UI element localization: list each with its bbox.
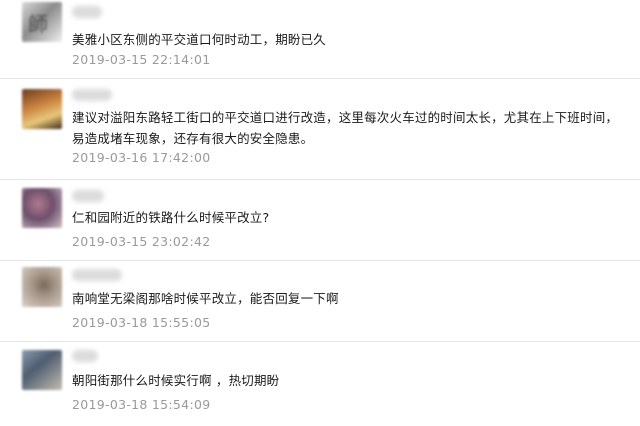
comment-list: 師 美雅小区东侧的平交道口何时动工，期盼已久 2019-03-15 22:14:… — [0, 0, 640, 426]
blurred-nickname — [72, 190, 104, 202]
comment-text: 建议对溢阳东路轻工街口的平交道口进行改造，这里每次火车过的时间太长，尤其在上下班… — [72, 110, 619, 146]
comment-text: 仁和园附近的铁路什么时候平改立? — [72, 210, 270, 225]
comment-text: 美雅小区东侧的平交道口何时动工，期盼已久 — [72, 32, 327, 47]
blurred-nickname — [72, 269, 122, 281]
comment-item: 仁和园附近的铁路什么时候平改立? 2019-03-15 23:02:42 — [0, 180, 640, 261]
comment-timestamp: 2019-03-15 23:02:42 — [72, 234, 211, 249]
avatar[interactable] — [22, 89, 62, 129]
blurred-nickname — [72, 6, 102, 18]
comment-text: 南响堂无梁阁那啥时候平改立，能否回复一下啊 — [72, 291, 339, 306]
comment-text: 朝阳街那什么时候实行啊 ，热切期盼 — [72, 373, 280, 388]
comment-timestamp: 2019-03-18 15:54:09 — [72, 397, 211, 412]
avatar[interactable] — [22, 267, 62, 307]
avatar[interactable] — [22, 188, 62, 228]
comment-timestamp: 2019-03-18 15:55:05 — [72, 315, 211, 330]
blurred-nickname — [72, 89, 112, 101]
comment-item: 朝阳街那什么时候实行啊 ，热切期盼 2019-03-18 15:54:09 — [0, 342, 640, 426]
blurred-nickname — [72, 350, 98, 362]
avatar-glyph: 師 — [28, 12, 48, 36]
comment-timestamp: 2019-03-16 17:42:00 — [72, 150, 211, 165]
comment-item: 師 美雅小区东侧的平交道口何时动工，期盼已久 2019-03-15 22:14:… — [0, 0, 640, 79]
avatar[interactable]: 師 — [22, 2, 62, 42]
avatar[interactable] — [22, 350, 62, 390]
comment-timestamp: 2019-03-15 22:14:01 — [72, 52, 211, 67]
comment-item: 建议对溢阳东路轻工街口的平交道口进行改造，这里每次火车过的时间太长，尤其在上下班… — [0, 79, 640, 180]
comment-item: 南响堂无梁阁那啥时候平改立，能否回复一下啊 2019-03-18 15:55:0… — [0, 261, 640, 342]
